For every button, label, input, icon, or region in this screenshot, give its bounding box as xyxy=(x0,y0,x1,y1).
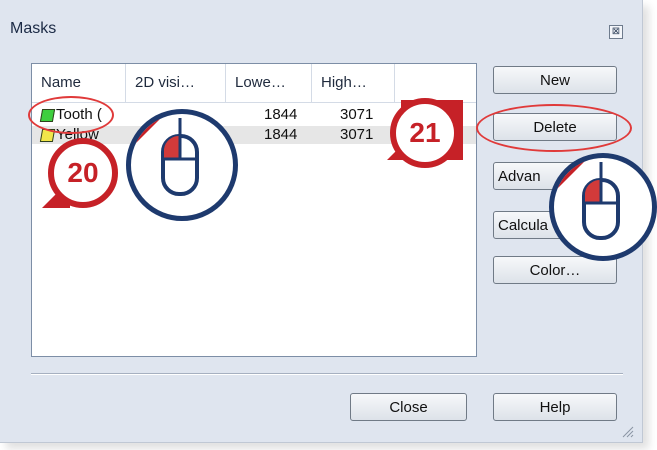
close-icon[interactable]: ⊠ xyxy=(609,25,623,39)
highlight-ring-mask xyxy=(28,96,114,134)
masks-dialog: Masks ⊠ Name 2D visi… Lowe… High… Tooth … xyxy=(0,0,643,443)
mask-higher: 3071 xyxy=(340,106,374,123)
help-button[interactable]: Help xyxy=(493,393,617,421)
mask-lower: 1844 xyxy=(264,106,298,123)
mask-lower: 1844 xyxy=(264,126,298,143)
column-header-lower[interactable]: Lowe… xyxy=(226,64,312,102)
resize-grip-icon[interactable] xyxy=(620,424,634,438)
list-header: Name 2D visi… Lowe… High… xyxy=(32,64,476,103)
mouse-left-click-icon xyxy=(126,109,238,221)
separator xyxy=(31,373,623,375)
step-badge-20: 20 xyxy=(48,138,118,208)
dialog-title: Masks xyxy=(10,20,57,37)
column-header-2d-visible[interactable]: 2D visi… xyxy=(126,64,226,102)
column-header-higher[interactable]: High… xyxy=(312,64,395,102)
mask-higher: 3071 xyxy=(340,126,374,143)
mouse-left-click-icon xyxy=(549,153,657,261)
new-button[interactable]: New xyxy=(493,66,617,94)
step-badge-21: 21 xyxy=(390,98,460,168)
close-button[interactable]: Close xyxy=(350,393,467,421)
highlight-ring-delete xyxy=(476,104,632,152)
